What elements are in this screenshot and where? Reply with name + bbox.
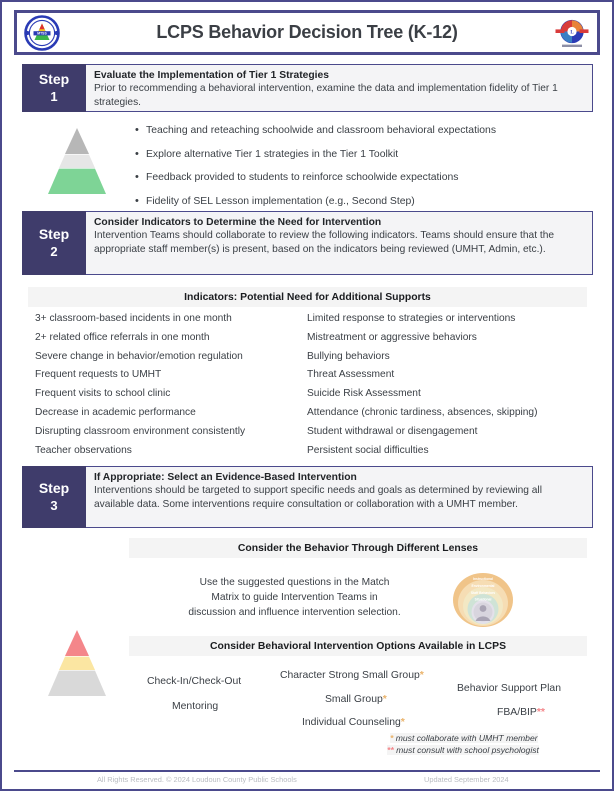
lenses-header-bar: Consider the Behavior Through Different … bbox=[129, 538, 587, 558]
step-3-body: If Appropriate: Select an Evidence-Based… bbox=[86, 466, 593, 528]
step-3-label: Step bbox=[38, 480, 70, 497]
behavior-decision-tree-page: MTSS LCPS Behavior Decision Tree (K-12) … bbox=[0, 0, 614, 791]
tier1-pyramid bbox=[44, 124, 110, 196]
footer-updated: Updated September 2024 bbox=[424, 775, 509, 784]
page-title: LCPS Behavior Decision Tree (K-12) bbox=[156, 22, 458, 42]
page-header: MTSS LCPS Behavior Decision Tree (K-12) … bbox=[14, 10, 600, 55]
intervention-option-label: FBA/BIP bbox=[497, 707, 537, 718]
list-item: Persistent social difficulties bbox=[307, 444, 429, 456]
svg-text:Instructional: Instructional bbox=[473, 577, 493, 581]
list-item: Feedback provided to students to reinfor… bbox=[135, 171, 585, 183]
interventions-header-bar: Consider Behavioral Intervention Options… bbox=[129, 636, 587, 656]
list-item: Fidelity of SEL Lesson implementation (e… bbox=[135, 195, 585, 207]
interventions-title: Consider Behavioral Intervention Options… bbox=[210, 640, 506, 652]
svg-text:Environmental: Environmental bbox=[472, 584, 495, 588]
list-item: Disrupting classroom environment consist… bbox=[35, 425, 246, 437]
indicators-right-column: Limited response to strategies or interv… bbox=[307, 313, 587, 464]
list-item: Threat Assessment bbox=[307, 369, 395, 381]
lenses-description: Use the suggested questions in the Match… bbox=[152, 576, 437, 620]
intervention-option-behavior-support-plan: Behavior Support Plan bbox=[457, 683, 561, 694]
intervention-option-label: Check-In/Check-Out bbox=[147, 676, 242, 687]
step-3-row: Step 3 If Appropriate: Select an Evidenc… bbox=[22, 466, 593, 528]
intervention-option-fba-bip: FBA/BIP** bbox=[497, 707, 545, 718]
step-2-body: Consider Indicators to Determine the Nee… bbox=[86, 211, 593, 275]
intervention-option-label: Individual Counseling bbox=[302, 717, 401, 728]
intervention-option-mentoring: Mentoring bbox=[172, 701, 218, 712]
intervention-option-individual-counseling: Individual Counseling* bbox=[302, 717, 405, 728]
list-item: Limited response to strategies or interv… bbox=[307, 313, 516, 324]
footnote-collaborate-umht: * must collaborate with UMHT member bbox=[390, 733, 538, 743]
list-item: Explore alternative Tier 1 strategies in… bbox=[135, 148, 585, 160]
footnote-text: must consult with school psychologist bbox=[393, 745, 539, 755]
intervention-option-small-group: Small Group* bbox=[325, 694, 387, 705]
indicators-left-column: 3+ classroom-based incidents in one mont… bbox=[35, 313, 307, 464]
step-1-description: Prior to recommending a behavioral inter… bbox=[94, 83, 558, 108]
tier23-pyramid bbox=[44, 626, 110, 698]
list-item: Bullying behaviors bbox=[307, 350, 390, 362]
step-1-body: Evaluate the Implementation of Tier 1 St… bbox=[86, 64, 593, 112]
step-1-number: 1 bbox=[50, 88, 58, 104]
list-item: Mistreatment or aggressive behaviors bbox=[307, 331, 477, 343]
step-2-number: 2 bbox=[50, 243, 58, 259]
lenses-description-line-2: Matrix to guide Intervention Teams in bbox=[211, 591, 378, 603]
footnote-marker-double: ** bbox=[536, 707, 545, 718]
footer-divider bbox=[14, 770, 600, 772]
step-3-description: Interventions should be targeted to supp… bbox=[94, 485, 542, 510]
step-2-badge: Step 2 bbox=[22, 211, 86, 275]
mtss-logo: MTSS bbox=[24, 14, 60, 51]
step-2-description: Intervention Teams should collaborate to… bbox=[94, 230, 555, 255]
list-item: Attendance (chronic tardiness, absences,… bbox=[307, 407, 538, 419]
intervention-option-label: Character Strong Small Group bbox=[280, 670, 420, 681]
intervention-option-label: Behavior Support Plan bbox=[457, 683, 561, 694]
lcps-seal-logo: L bbox=[554, 15, 590, 51]
step-2-row: Step 2 Consider Indicators to Determine … bbox=[22, 211, 593, 275]
step-3-heading: If Appropriate: Select an Evidence-Based… bbox=[94, 472, 357, 483]
step-3-badge: Step 3 bbox=[22, 466, 86, 528]
indicators-title: Indicators: Potential Need for Additiona… bbox=[184, 291, 431, 303]
step-1-heading: Evaluate the Implementation of Tier 1 St… bbox=[94, 70, 329, 81]
intervention-option-label: Small Group bbox=[325, 694, 383, 705]
list-item: 3+ classroom-based incidents in one mont… bbox=[35, 313, 232, 324]
lenses-circle-diagram: Instructional Environmental Staff Behavi… bbox=[452, 572, 514, 628]
step-1-label: Step bbox=[38, 71, 70, 88]
footnote-text: must collaborate with UMHT member bbox=[393, 733, 538, 743]
list-item: Decrease in academic performance bbox=[35, 407, 196, 419]
intervention-option-label: Mentoring bbox=[172, 701, 219, 712]
svg-text:Staff Behaviors: Staff Behaviors bbox=[471, 591, 495, 595]
step-1-badge: Step 1 bbox=[22, 64, 86, 112]
indicators-header-bar: Indicators: Potential Need for Additiona… bbox=[28, 287, 587, 307]
list-item: 2+ related office referrals in one month bbox=[35, 331, 210, 343]
svg-text:Situational: Situational bbox=[475, 598, 492, 602]
lenses-description-line-3: discussion and influence intervention se… bbox=[188, 606, 401, 618]
footnote-marker-single: * bbox=[419, 670, 424, 681]
intervention-option-character-strong-small-group: Character Strong Small Group* bbox=[280, 670, 424, 681]
lenses-title: Consider the Behavior Through Different … bbox=[237, 542, 479, 554]
tier1-bullet-list: Teaching and reteaching schoolwide and c… bbox=[135, 124, 585, 219]
step-2-label: Step bbox=[38, 226, 70, 243]
list-item: Teacher observations bbox=[35, 444, 132, 456]
list-item: Suicide Risk Assessment bbox=[307, 388, 421, 400]
footnote-marker-single: * bbox=[382, 694, 387, 705]
intervention-option-check-in-check-out: Check-In/Check-Out bbox=[147, 676, 241, 687]
indicators-table: 3+ classroom-based incidents in one mont… bbox=[35, 313, 593, 464]
step-2-heading: Consider Indicators to Determine the Nee… bbox=[94, 217, 382, 228]
step-3-number: 3 bbox=[50, 497, 58, 513]
step-1-row: Step 1 Evaluate the Implementation of Ti… bbox=[22, 64, 593, 112]
footnote-consult-psychologist: ** must consult with school psychologist bbox=[387, 745, 539, 755]
list-item: Frequent visits to school clinic bbox=[35, 388, 171, 400]
list-item: Frequent requests to UMHT bbox=[35, 369, 162, 381]
svg-text:MTSS: MTSS bbox=[37, 31, 47, 35]
footnote-marker-double: ** bbox=[387, 745, 394, 755]
list-item: Severe change in behavior/emotion regula… bbox=[35, 350, 243, 362]
list-item: Teaching and reteaching schoolwide and c… bbox=[135, 124, 585, 136]
footer-copyright: All Rights Reserved. © 2024 Loudoun Coun… bbox=[97, 775, 297, 784]
lenses-description-line-1: Use the suggested questions in the Match bbox=[199, 577, 390, 588]
list-item: Student withdrawal or disengagement bbox=[307, 425, 478, 437]
footnote-marker-single: * bbox=[400, 717, 405, 728]
